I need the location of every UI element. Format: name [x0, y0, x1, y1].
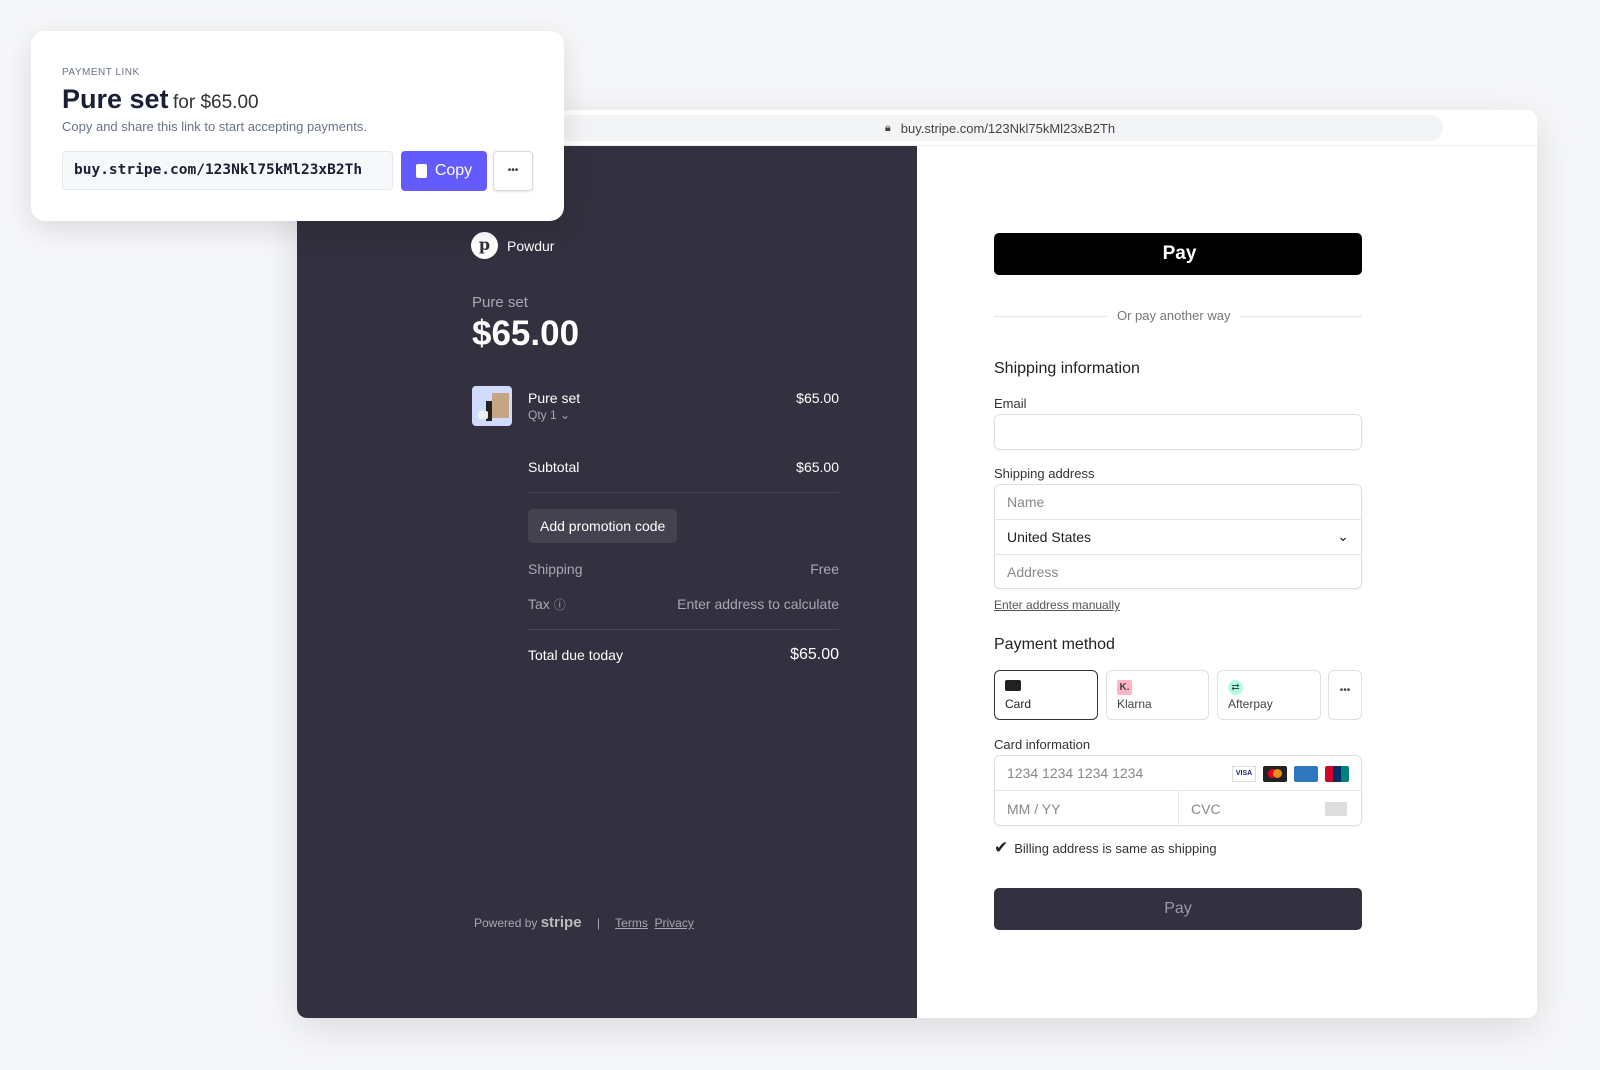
name-input[interactable]: Name — [995, 485, 1361, 520]
popup-description: Copy and share this link to start accept… — [62, 119, 367, 134]
card-icon — [1005, 680, 1021, 691]
copy-button[interactable]: Copy — [401, 151, 487, 191]
browser-window: 🔒︎ buy.stripe.com/123Nkl75kMl23xB2Th p P… — [297, 110, 1537, 1018]
chevron-down-icon: ⌄ — [560, 408, 571, 422]
payment-link-field[interactable]: buy.stripe.com/123Nkl75kMl23xB2Th — [62, 151, 393, 190]
card-number-input[interactable]: 1234 1234 1234 1234 VISA — [995, 756, 1361, 791]
apple-pay-button[interactable]: Pay — [994, 233, 1362, 275]
billing-same-checkbox[interactable]: ✔ Billing address is same as shipping — [994, 838, 1217, 858]
address-field[interactable]: 🔒︎ buy.stripe.com/123Nkl75kMl23xB2Th — [557, 115, 1443, 141]
divider — [528, 629, 839, 630]
cvc-card-icon — [1325, 802, 1347, 816]
email-label: Email — [994, 396, 1027, 411]
chevron-down-icon: ⌄ — [1337, 528, 1349, 544]
payment-link-popup: PAYMENT LINK Pure set for $65.00 Copy an… — [31, 31, 564, 221]
card-information-label: Card information — [994, 737, 1091, 752]
stripe-logo: stripe — [540, 914, 582, 931]
pay-button[interactable]: Pay — [994, 888, 1362, 930]
eyebrow-label: PAYMENT LINK — [62, 67, 140, 78]
payment-method-afterpay[interactable]: ⇄ Afterpay — [1217, 670, 1321, 720]
tax-value: Enter address to calculate — [677, 596, 839, 612]
cvc-input[interactable]: CVC — [1179, 791, 1361, 826]
merchant-name: Powdur — [507, 238, 555, 254]
order-summary-panel: p Powdur Pure set $65.00 Pure set Qty 1 … — [297, 146, 917, 1018]
visa-icon: VISA — [1232, 766, 1256, 782]
popup-title: Pure set for $65.00 — [62, 84, 259, 114]
amex-icon — [1294, 766, 1318, 782]
item-price: $65.00 — [796, 390, 839, 406]
total-value: $65.00 — [790, 646, 839, 663]
subtotal-value: $65.00 — [796, 459, 839, 475]
total-price: $65.00 — [472, 314, 580, 353]
payment-method-klarna[interactable]: K. Klarna — [1106, 670, 1209, 720]
add-promotion-code-button[interactable]: Add promotion code — [528, 509, 678, 543]
shipping-value: Free — [810, 561, 839, 577]
product-title: Pure set — [472, 294, 528, 311]
url-text: buy.stripe.com/123Nkl75kMl23xB2Th — [900, 120, 1116, 136]
footer: Powered by stripe | Terms Privacy — [474, 914, 694, 931]
checkout-form: Pay Or pay another way Shipping informat… — [917, 146, 1537, 1018]
tax-label: Tax ⓘ — [528, 596, 566, 612]
payment-method-heading: Payment method — [994, 636, 1115, 653]
product-thumbnail — [472, 386, 512, 426]
country-select[interactable]: United States ⌄ — [995, 520, 1361, 555]
enter-address-manually-link[interactable]: Enter address manually — [994, 598, 1120, 612]
divider-text: Or pay another way — [1107, 308, 1241, 323]
more-options-button[interactable]: ••• — [493, 151, 533, 191]
unionpay-icon — [1325, 766, 1349, 782]
klarna-icon: K. — [1117, 680, 1132, 695]
info-icon[interactable]: ⓘ — [554, 598, 566, 612]
qty-selector[interactable]: Qty 1 ⌄ — [528, 408, 570, 422]
payment-method-card[interactable]: Card — [994, 670, 1098, 720]
address-input[interactable]: Address — [995, 555, 1361, 589]
subtotal-label: Subtotal — [528, 459, 580, 475]
merchant-logo: p — [471, 232, 498, 259]
lock-icon: 🔒︎ — [884, 121, 891, 134]
address-group: Name United States ⌄ Address — [994, 484, 1362, 589]
card-group: 1234 1234 1234 1234 VISA MM / YY CVC — [994, 755, 1362, 826]
item-name: Pure set — [528, 390, 581, 406]
checkmark-icon: ✔ — [994, 838, 1009, 857]
shipping-heading: Shipping information — [994, 360, 1140, 377]
afterpay-icon: ⇄ — [1228, 680, 1243, 695]
expiry-input[interactable]: MM / YY — [995, 791, 1179, 826]
shipping-address-label: Shipping address — [994, 466, 1095, 481]
terms-link[interactable]: Terms — [615, 916, 648, 930]
more-payment-methods-button[interactable]: ••• — [1328, 670, 1362, 720]
privacy-link[interactable]: Privacy — [655, 916, 694, 930]
shipping-label: Shipping — [528, 561, 583, 577]
clipboard-icon — [415, 164, 427, 178]
divider — [528, 492, 839, 493]
mastercard-icon — [1263, 766, 1287, 782]
email-input[interactable] — [994, 414, 1362, 450]
total-label: Total due today — [528, 647, 623, 663]
